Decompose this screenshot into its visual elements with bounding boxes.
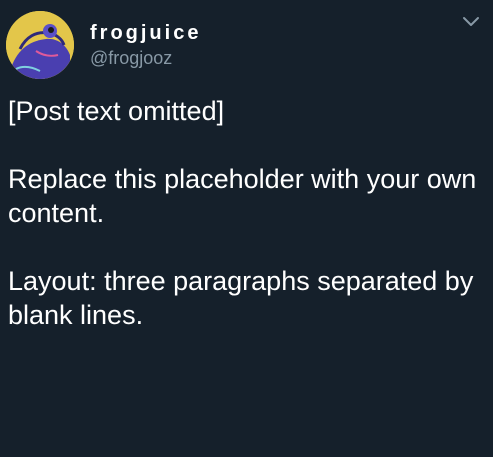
display-name[interactable]: frogjuice bbox=[90, 20, 201, 46]
author-names: frogjuice @frogjooz bbox=[90, 20, 201, 70]
tweet-header: frogjuice @frogjooz bbox=[6, 8, 481, 82]
tweet-text: [Post text omitted] Replace this placeho… bbox=[6, 94, 481, 332]
user-handle[interactable]: @frogjooz bbox=[90, 46, 201, 70]
tweet-paragraph: Layout: three paragraphs separated by bl… bbox=[8, 266, 474, 330]
frog-avatar-icon bbox=[6, 11, 74, 79]
tweet-paragraph: [Post text omitted] bbox=[8, 96, 225, 126]
chevron-down-icon[interactable] bbox=[461, 14, 481, 28]
tweet-paragraph: Replace this placeholder with your own c… bbox=[8, 164, 477, 228]
avatar[interactable] bbox=[6, 11, 74, 79]
tweet-card: frogjuice @frogjooz [Post text omitted] … bbox=[0, 0, 493, 457]
